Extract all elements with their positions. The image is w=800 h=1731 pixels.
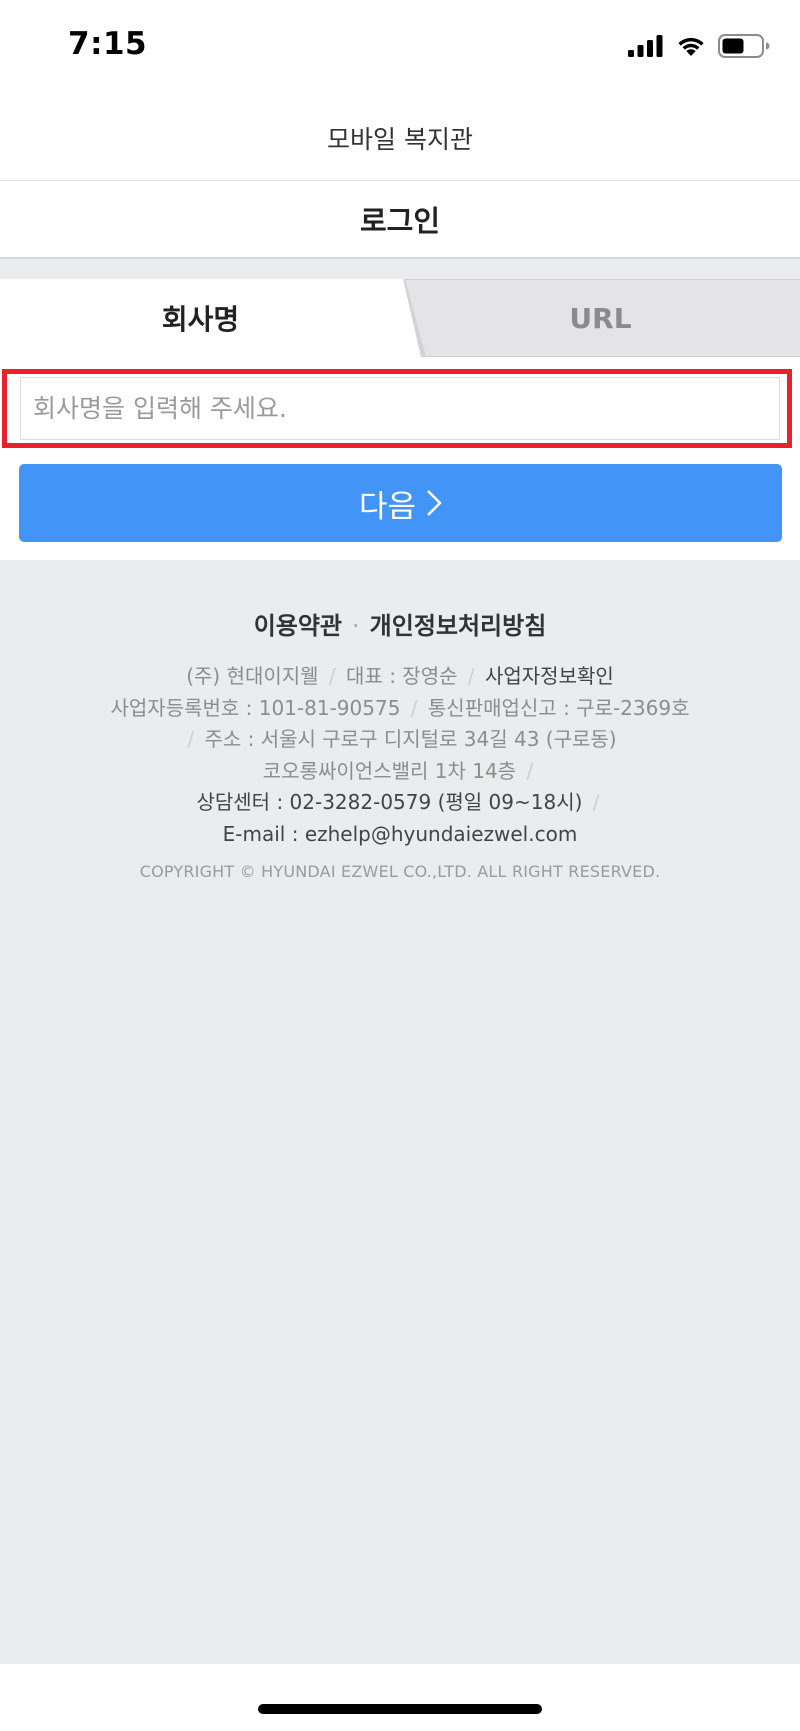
footer-separator: /: [410, 695, 418, 720]
company-name-input[interactable]: [20, 377, 780, 440]
footer-separator: /: [467, 664, 475, 688]
wifi-icon: [678, 37, 704, 56]
business-info-link[interactable]: 사업자정보확인: [485, 664, 614, 688]
footer-line-4: 코오롱싸이언스밸리 1차 14층 /: [0, 756, 800, 788]
terms-of-use-link[interactable]: 이용약관: [254, 612, 342, 640]
status-icons: [628, 34, 770, 58]
page-title: 로그인: [359, 204, 441, 238]
ceo-text: 대표 : 장영순: [346, 664, 458, 688]
footer-separator: /: [187, 727, 195, 751]
copyright-text: COPYRIGHT © HYUNDAI EZWEL CO.,LTD. ALL R…: [139, 862, 661, 881]
status-time: 7:15: [68, 26, 148, 62]
screen: 7:15 모바일 복지관 로그인 회사명 URL 회사명을 입력해 주세요. 다…: [0, 0, 800, 1731]
footer-line-3: / 주소 : 서울시 구로구 디지털로 34길 43 (구로동): [0, 724, 800, 756]
biz-reg-number-text: 사업자등록번호 : 101-81-90575: [110, 695, 401, 720]
section-gap: [0, 259, 800, 279]
footer-separator: /: [526, 758, 534, 783]
footer-company-info: (주) 현대이지웰 / 대표 : 장영순 / 사업자정보확인 사업자등록번호 :…: [0, 661, 800, 850]
tab-fold-shape: [401, 279, 426, 357]
footer-separator: /: [592, 790, 600, 814]
footer-line-6: E-mail : ezhelp@hyundaiezwel.com: [0, 819, 800, 851]
login-tabs: 회사명 URL: [0, 279, 800, 357]
app-header: 모바일 복지관: [0, 95, 800, 181]
address-text: 주소 : 서울시 구로구 디지털로 34길 43 (구로동): [204, 727, 617, 751]
footer-links: 이용약관 · 개인정보처리방침: [0, 606, 800, 641]
footer: 이용약관 · 개인정보처리방침 (주) 현대이지웰 / 대표 : 장영순 / 사업자…: [0, 560, 800, 881]
next-button[interactable]: 다음: [19, 464, 782, 542]
home-indicator[interactable]: [258, 1704, 542, 1714]
email-link[interactable]: E-mail : ezhelp@hyundaiezwel.com: [223, 822, 578, 846]
chevron-right-icon: [427, 490, 442, 516]
service-center-link[interactable]: 상담센터 : 02-3282-0579 (평일 09~18시): [196, 790, 582, 814]
next-button-label: 다음: [358, 488, 417, 525]
app-header-title: 모바일 복지관: [327, 124, 473, 154]
footer-line-2: 사업자등록번호 : 101-81-90575 / 통신판매업신고 : 구로-23…: [0, 693, 800, 725]
company-name-text: (주) 현대이지웰: [186, 664, 319, 688]
footer-line-5: 상담센터 : 02-3282-0579 (평일 09~18시) /: [0, 787, 800, 819]
tab-company-name[interactable]: 회사명: [0, 279, 401, 357]
cellular-signal-icon: [628, 35, 663, 57]
page-title-bar: 로그인: [0, 181, 800, 259]
bottom-safe-area: [0, 1664, 800, 1731]
status-bar: 7:15: [0, 0, 800, 95]
address-detail-text: 코오롱싸이언스밸리 1차 14층: [262, 758, 517, 783]
battery-icon: [718, 34, 770, 58]
login-form: 다음: [0, 357, 800, 560]
tab-url[interactable]: URL: [401, 279, 800, 357]
footer-line-1: (주) 현대이지웰 / 대표 : 장영순 / 사업자정보확인: [0, 661, 800, 693]
footer-separator: /: [328, 664, 336, 688]
mail-order-report-text: 통신판매업신고 : 구로-2369호: [427, 695, 690, 720]
footer-link-separator: ·: [352, 612, 360, 640]
privacy-policy-link[interactable]: 개인정보처리방침: [370, 612, 547, 640]
